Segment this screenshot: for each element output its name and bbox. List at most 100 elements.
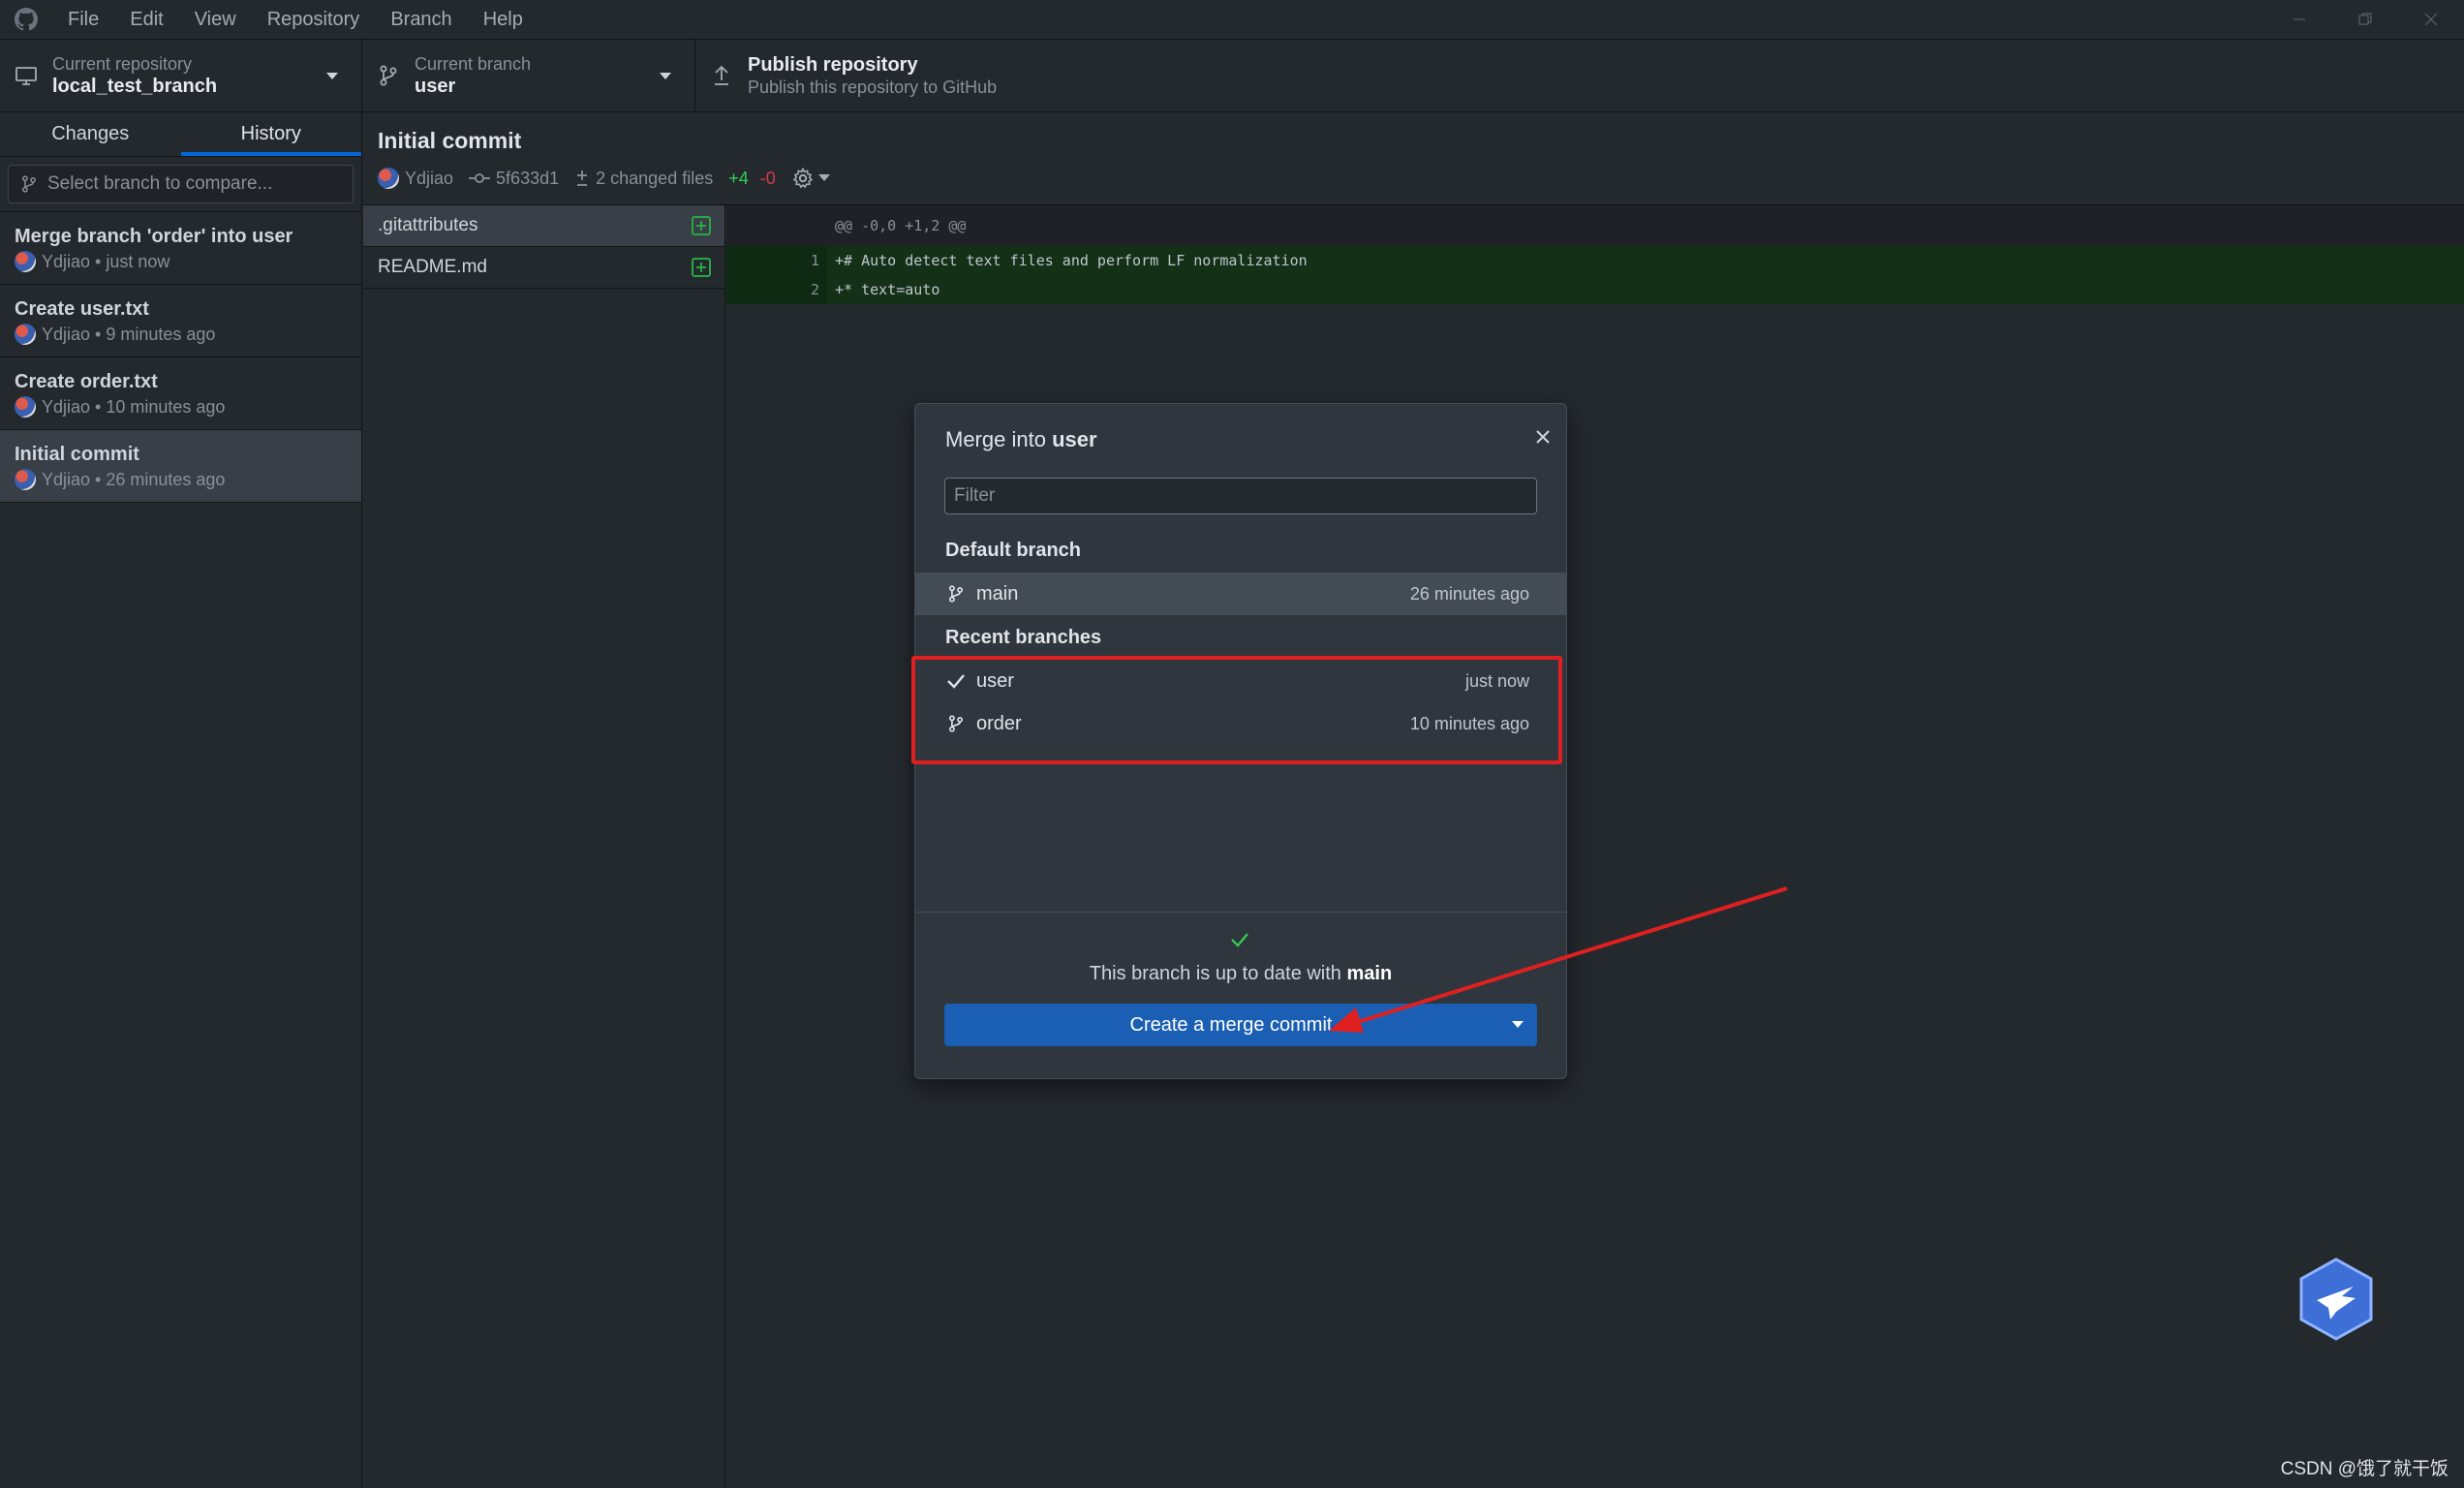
diff-line-text: +* text=auto (835, 281, 940, 298)
merge-status-text: This branch is up to date with main (915, 963, 1566, 985)
restore-button[interactable] (2332, 0, 2398, 39)
dialog-close-button[interactable] (1535, 429, 1551, 445)
file-name: README.md (378, 257, 487, 277)
github-logo-icon (0, 0, 52, 39)
tab-history[interactable]: History (180, 112, 361, 156)
publish-title: Publish repository (748, 54, 918, 76)
default-branch-heading: Default branch (945, 540, 1082, 561)
minimize-icon (2294, 18, 2305, 20)
menu-file[interactable]: File (52, 0, 114, 39)
menu-help[interactable]: Help (468, 0, 539, 39)
avatar (15, 324, 36, 345)
dialog-title-branch: user (1052, 427, 1097, 451)
commit-list-item[interactable]: Create order.txt Ydjiao • 10 minutes ago (0, 357, 361, 430)
diff-line-added: 2 +* text=auto (726, 275, 2464, 304)
menu-view[interactable]: View (179, 0, 252, 39)
watermark-text: CSDN @饿了就干饭 (2280, 1459, 2449, 1479)
commit-meta: Ydjiao • 10 minutes ago (42, 396, 226, 417)
changed-files-count: 2 changed files (596, 168, 714, 188)
file-added-icon (692, 216, 711, 235)
avatar (378, 168, 399, 189)
tab-changes[interactable]: Changes (0, 112, 181, 156)
commit-title: Initial commit (15, 444, 139, 465)
current-branch-button[interactable]: Current branch user (362, 40, 695, 111)
commit-details-header: Initial commit Ydjiao 5f633d1 2 changed … (363, 112, 2464, 205)
dialog-title: Merge into user (945, 427, 1097, 452)
merge-options-dropdown[interactable] (1498, 1021, 1537, 1029)
menu-repository[interactable]: Repository (252, 0, 376, 39)
publish-repository-button[interactable]: Publish repository Publish this reposito… (695, 40, 1044, 111)
commit-sha[interactable]: 5f633d1 (496, 169, 559, 189)
branch-label: Current branch (415, 54, 532, 74)
commit-meta: Ydjiao • 9 minutes ago (42, 324, 216, 344)
repository-name: local_test_branch (52, 76, 218, 97)
avatar (15, 396, 36, 418)
compare-branch-input[interactable]: Select branch to compare... (8, 165, 354, 203)
menu-edit[interactable]: Edit (114, 0, 178, 39)
close-icon (2424, 13, 2438, 26)
create-merge-commit-button[interactable]: Create a merge commit (944, 1004, 1537, 1046)
current-repository-button[interactable]: Current repository local_test_branch (0, 40, 362, 111)
dialog-footer: This branch is up to date with main Crea… (915, 912, 1566, 1078)
commit-title: Create user.txt (15, 298, 149, 320)
commit-summary: Initial commit (378, 128, 522, 153)
branch-icon (22, 175, 36, 193)
branch-icon (362, 64, 415, 87)
toolbar: Current repository local_test_branch Cur… (0, 39, 2464, 112)
commit-author: Ydjiao (405, 168, 454, 188)
additions-count: +4 (728, 168, 749, 188)
desktop-icon (0, 64, 52, 87)
commit-meta: Ydjiao • just now (42, 251, 170, 271)
commit-title: Create order.txt (15, 371, 158, 392)
caret-down-icon (1512, 1021, 1524, 1028)
sidebar-tabs: Changes History (0, 112, 361, 157)
caret-down-icon (817, 174, 830, 181)
close-window-button[interactable] (2398, 0, 2464, 39)
close-icon (1536, 430, 1550, 444)
menu-branch[interactable]: Branch (375, 0, 467, 39)
title-bar: File Edit View Repository Branch Help (0, 0, 2464, 39)
file-name: .gitattributes (378, 215, 478, 235)
merge-dialog: Merge into user Filter Default branch ma… (911, 403, 1567, 1079)
branch-name: user (415, 76, 456, 97)
avatar (15, 469, 36, 490)
diff-options-button[interactable] (791, 167, 830, 190)
compare-placeholder: Select branch to compare... (47, 173, 273, 194)
commit-list-item[interactable]: Create user.txt Ydjiao • 9 minutes ago (0, 285, 361, 357)
dialog-title-prefix: Merge into (945, 427, 1046, 451)
check-icon (1229, 930, 1250, 949)
annotation-highlight-box (911, 656, 1562, 764)
caret-down-icon (660, 73, 671, 80)
publish-description: Publish this repository to GitHub (748, 78, 998, 97)
minimize-button[interactable] (2266, 0, 2332, 39)
diff-hunk-header: @@ -0,0 +1,2 @@ (726, 205, 2464, 246)
commit-icon (469, 173, 491, 183)
repository-label: Current repository (52, 54, 193, 74)
merge-button-label: Create a merge commit (1129, 1013, 1333, 1036)
branch-filter-input[interactable]: Filter (944, 478, 1537, 514)
branch-name: main (976, 582, 1019, 604)
commit-title: Merge branch 'order' into user (15, 226, 293, 247)
commit-meta: Ydjiao • 26 minutes ago (42, 469, 226, 489)
file-list-item[interactable]: README.md (363, 247, 724, 289)
hunk-text: @@ -0,0 +1,2 @@ (835, 217, 967, 234)
history-sidebar: Changes History Select branch to compare… (0, 112, 362, 1488)
branch-icon (945, 583, 967, 604)
file-added-icon (692, 258, 711, 277)
line-number: 2 (810, 281, 819, 298)
diff-line-added: 1 +# Auto detect text files and perform … (726, 246, 2464, 275)
caret-down-icon (326, 73, 338, 80)
diff-icon (577, 170, 588, 186)
window-controls (2266, 0, 2464, 39)
changed-files-list: .gitattributes README.md (363, 205, 725, 1488)
commit-list-item-selected[interactable]: Initial commit Ydjiao • 26 minutes ago (0, 430, 361, 503)
floating-assistant-button[interactable] (2297, 1257, 2375, 1341)
menu-bar: File Edit View Repository Branch Help (52, 0, 539, 39)
file-list-item-selected[interactable]: .gitattributes (363, 205, 724, 247)
bird-icon (2299, 1257, 2373, 1341)
upload-icon (695, 64, 748, 87)
commit-list-item[interactable]: Merge branch 'order' into user Ydjiao • … (0, 212, 361, 285)
status-branch: main (1346, 963, 1393, 984)
branch-item-main[interactable]: main 26 minutes ago (915, 573, 1566, 615)
deletions-count: -0 (759, 168, 776, 188)
